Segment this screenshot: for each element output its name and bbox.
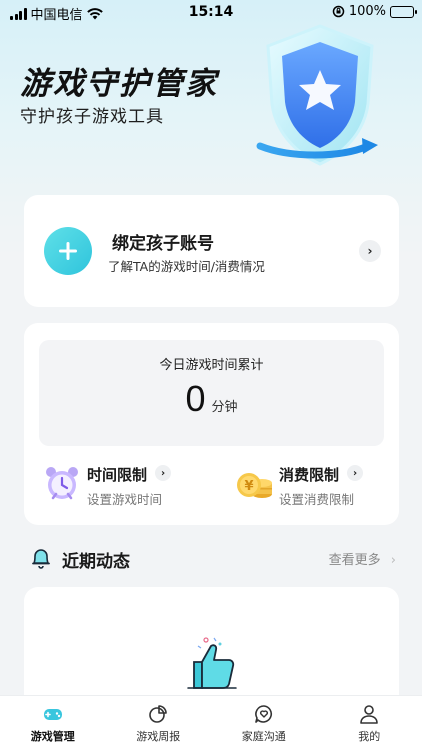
shield-star-illustration [250,18,390,178]
coins-icon: ¥ [237,473,272,498]
bind-title: 绑定孩子账号 [112,234,214,254]
chevron-right-icon[interactable]: › [155,465,171,481]
battery-icon [390,5,417,18]
today-summary: 今日游戏时间累计 0 分钟 [39,340,384,446]
plus-icon [44,227,92,275]
bell-icon [32,549,50,569]
tab-family-communication[interactable]: 家庭沟通 [211,696,317,750]
spend-limit-description: 设置消费限制 [279,492,355,507]
chevron-right-icon[interactable]: › [359,240,381,262]
pie-chart-icon [149,705,168,723]
spend-limit-title: 消费限制 [279,466,340,484]
svg-text:¥: ¥ [244,479,253,494]
bottom-tab-bar: 游戏管理 游戏周报 家庭沟通 我的 [0,695,422,750]
app-subtitle: 守护孩子游戏工具 [20,107,164,127]
game-time-card: 今日游戏时间累计 0 分钟 时间限制 › 设置游戏时间 ¥ 消费限制 › 设置消… [24,323,399,525]
tab-weekly-report[interactable]: 游戏周报 [106,696,212,750]
time-limit-title: 时间限制 [87,466,148,484]
tab-label: 我的 [358,730,381,743]
chevron-right-icon[interactable]: › [347,465,363,481]
recent-activity-title: 近期动态 [62,552,130,572]
view-more-link[interactable]: 查看更多 › [329,549,396,568]
recent-activity-header: 近期动态 查看更多 › [30,546,400,572]
chevron-right-icon: › [390,553,396,568]
alarm-clock-icon [46,467,78,500]
gamepad-icon [43,709,62,720]
bind-description: 了解TA的游戏时间/消费情况 [108,259,265,274]
today-unit: 分钟 [211,400,238,415]
today-minutes: 0 [185,378,206,419]
app-title: 游戏守护管家 [20,66,218,102]
tab-label: 游戏周报 [136,730,181,743]
thumbs-up-icon [187,637,237,689]
time-limit-description: 设置游戏时间 [87,492,163,507]
tab-label: 家庭沟通 [241,730,286,743]
user-icon [360,705,379,724]
heart-chat-icon [254,705,272,723]
tab-mine[interactable]: 我的 [317,696,422,750]
bind-child-card[interactable]: 绑定孩子账号 了解TA的游戏时间/消费情况 › [24,195,399,307]
view-more-label: 查看更多 [328,553,381,568]
today-label: 今日游戏时间累计 [159,358,264,373]
rotation-lock-icon [332,5,345,18]
tab-game-management[interactable]: 游戏管理 [0,696,106,750]
battery-percent: 100% [348,4,386,19]
time-limit-item[interactable]: 时间限制 › 设置游戏时间 [42,461,212,511]
tab-label: 游戏管理 [30,730,75,743]
today-value: 0 分钟 [39,378,384,420]
status-right: 100% [332,4,417,19]
spend-limit-item[interactable]: ¥ 消费限制 › 设置消费限制 [234,461,404,511]
